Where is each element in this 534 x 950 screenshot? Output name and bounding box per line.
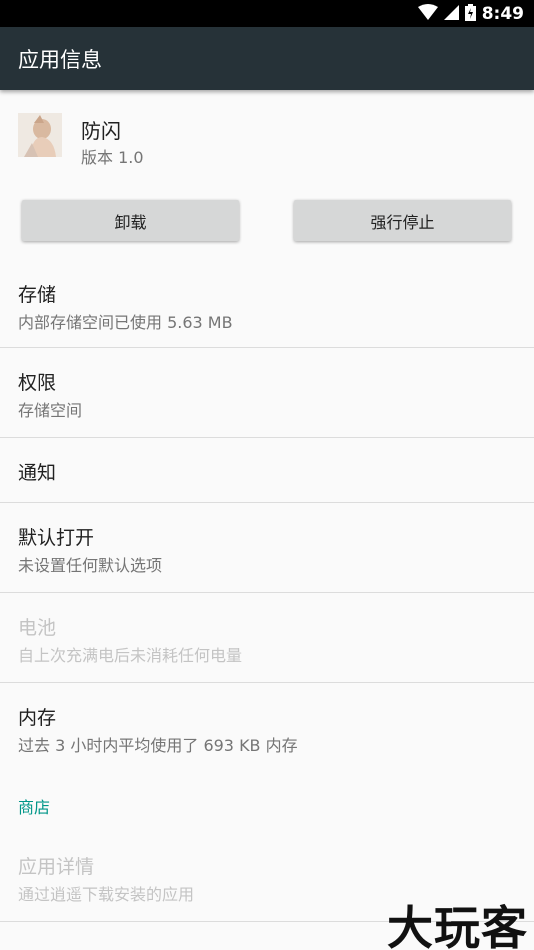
notifications-item[interactable]: 通知 xyxy=(0,438,534,502)
app-header: 防闪 版本 1.0 xyxy=(0,90,534,195)
app-icon xyxy=(18,113,62,157)
app-bar: 应用信息 xyxy=(0,27,534,90)
watermark-logo: 大玩客 xyxy=(387,901,528,950)
storage-item[interactable]: 存储 内部存储空间已使用 5.63 MB xyxy=(0,262,534,348)
notifications-title: 通知 xyxy=(18,462,57,484)
status-time: 8:49 xyxy=(481,4,524,24)
app-version: 版本 1.0 xyxy=(81,148,144,167)
battery-item: 电池 自上次充满电后未消耗任何电量 xyxy=(0,593,534,682)
status-bar: 8:49 xyxy=(0,0,534,27)
memory-subtitle: 过去 3 小时内平均使用了 693 KB 内存 xyxy=(18,736,298,755)
status-icons: 8:49 xyxy=(417,3,524,25)
force-stop-button[interactable]: 强行停止 xyxy=(294,200,511,241)
memory-item[interactable]: 内存 过去 3 小时内平均使用了 693 KB 内存 xyxy=(0,683,534,772)
storage-title: 存储 xyxy=(18,284,57,306)
permissions-subtitle: 存储空间 xyxy=(18,401,83,420)
open-by-default-title: 默认打开 xyxy=(18,527,95,549)
app-name: 防闪 xyxy=(81,119,121,143)
app-details-title: 应用详情 xyxy=(18,856,95,878)
open-by-default-subtitle: 未设置任何默认选项 xyxy=(18,556,163,575)
app-details-subtitle: 通过逍遥下载安装的应用 xyxy=(18,885,195,904)
wifi-icon xyxy=(417,4,438,24)
battery-charging-icon xyxy=(464,3,476,25)
page-title: 应用信息 xyxy=(18,48,102,72)
permissions-title: 权限 xyxy=(18,372,57,394)
battery-subtitle: 自上次充满电后未消耗任何电量 xyxy=(18,646,243,665)
memory-title: 内存 xyxy=(18,707,57,729)
signal-icon xyxy=(443,4,459,24)
permissions-item[interactable]: 权限 存储空间 xyxy=(0,348,534,437)
open-by-default-item[interactable]: 默认打开 未设置任何默认选项 xyxy=(0,503,534,592)
uninstall-button[interactable]: 卸载 xyxy=(22,200,239,241)
store-section-header: 商店 xyxy=(18,798,51,817)
battery-title: 电池 xyxy=(18,617,57,639)
storage-subtitle: 内部存储空间已使用 5.63 MB xyxy=(18,313,233,332)
